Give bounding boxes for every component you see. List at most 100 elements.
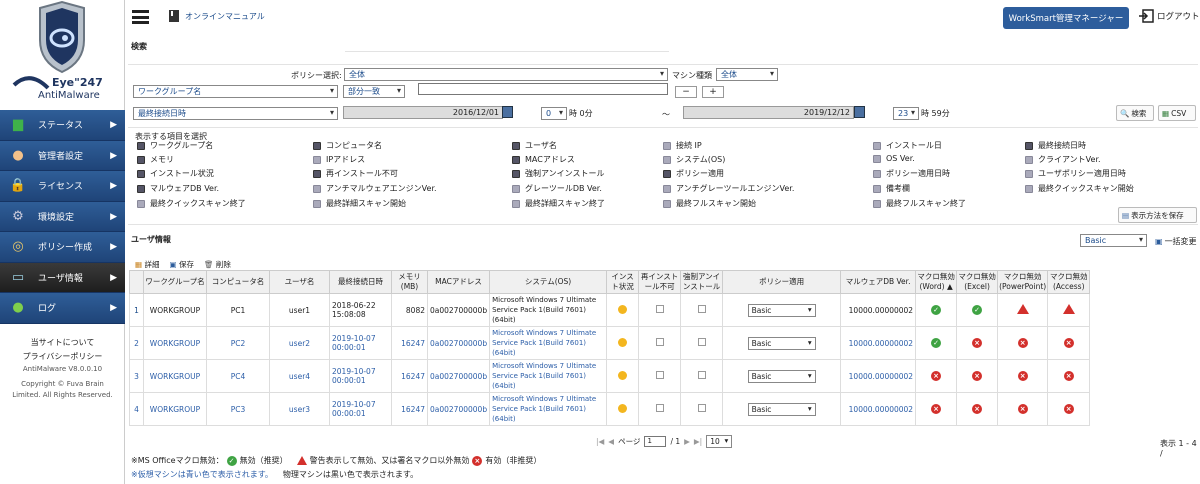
sidebar-item-2[interactable]: ● 管理者設定 ▶ bbox=[0, 140, 125, 171]
calendar-icon[interactable] bbox=[502, 106, 513, 118]
column-checkbox[interactable]: システム(OS) bbox=[663, 154, 725, 165]
search-text-input[interactable] bbox=[418, 83, 668, 95]
last-page-button[interactable]: ▶| bbox=[694, 437, 702, 446]
column-checkbox[interactable]: インストール状況 bbox=[137, 168, 214, 179]
save-button[interactable]: ▣ 保存 bbox=[169, 259, 193, 270]
prev-page-button[interactable]: ◀ bbox=[608, 437, 614, 446]
about-link[interactable]: 当サイトについて bbox=[0, 336, 125, 350]
bulk-change-button[interactable]: ▣ 一括変更 bbox=[1155, 236, 1197, 247]
sidebar-item-1[interactable]: ▆ ステータス ▶ bbox=[0, 110, 125, 141]
column-checkbox[interactable]: MACアドレス bbox=[512, 154, 575, 165]
uninstall-checkbox[interactable] bbox=[697, 305, 706, 313]
hour-from-select[interactable]: 0 bbox=[541, 107, 567, 120]
column-header[interactable]: 強制アンインストール bbox=[680, 270, 724, 294]
column-header[interactable]: マクロ無効(Word) ▲ bbox=[915, 270, 958, 294]
column-checkbox[interactable]: ユーザポリシー適用日時 bbox=[1025, 168, 1126, 179]
search-field-select[interactable]: ワークグループ名 bbox=[133, 85, 338, 98]
column-header[interactable]: システム(OS) bbox=[489, 270, 608, 294]
column-header[interactable]: マクロ無効(Access) bbox=[1047, 270, 1091, 294]
worksmart-manager-button[interactable]: WorkSmart管理マネージャー bbox=[1003, 7, 1129, 29]
column-checkbox[interactable]: 最終接続日時 bbox=[1025, 140, 1086, 151]
sidebar-item-6[interactable]: ▭ ユーザ情報 ▶ bbox=[0, 262, 125, 293]
calendar-icon[interactable] bbox=[854, 106, 865, 118]
column-header[interactable]: 再インストール不可 bbox=[638, 270, 682, 294]
column-header[interactable]: 最終接続日時 bbox=[329, 270, 392, 294]
column-checkbox[interactable]: IPアドレス bbox=[313, 154, 365, 165]
row-policy-select[interactable]: Basic bbox=[747, 336, 816, 350]
sidebar-item-3[interactable]: 🔒 ライセンス ▶ bbox=[0, 171, 125, 202]
reinstall-checkbox[interactable] bbox=[655, 305, 664, 313]
column-checkbox[interactable]: メモリ bbox=[137, 154, 174, 165]
column-checkbox[interactable]: コンピュータ名 bbox=[313, 140, 382, 151]
column-checkbox[interactable]: アンチグレーツールエンジンVer. bbox=[663, 183, 794, 194]
remove-condition-button[interactable]: − bbox=[675, 86, 697, 98]
column-header[interactable]: メモリ(MB) bbox=[391, 270, 428, 294]
column-checkbox[interactable]: 強制アンインストール bbox=[512, 168, 605, 179]
hamburger-menu-icon[interactable] bbox=[132, 10, 149, 24]
machine-type-select[interactable]: 全体 bbox=[716, 68, 778, 81]
column-checkbox[interactable]: OS Ver. bbox=[873, 154, 915, 163]
row-policy-select[interactable]: Basic bbox=[747, 402, 816, 416]
column-header[interactable]: MACアドレス bbox=[426, 270, 491, 294]
column-checkbox[interactable]: 接続 IP bbox=[663, 140, 702, 151]
column-checkbox[interactable]: ワークグループ名 bbox=[137, 140, 213, 151]
privacy-link[interactable]: プライバシーポリシー bbox=[0, 350, 125, 364]
hour-to-select[interactable]: 23 bbox=[893, 107, 919, 120]
column-header[interactable]: ユーザ名 bbox=[269, 270, 330, 294]
table-row[interactable]: 4 WORKGROUP PC3 user3 2019-10-07 00:00:01 162… bbox=[129, 392, 1091, 426]
bulk-policy-select[interactable]: Basic bbox=[1080, 234, 1147, 247]
column-checkbox[interactable]: 備考欄 bbox=[873, 183, 910, 194]
reinstall-checkbox[interactable] bbox=[655, 338, 664, 346]
manual-link[interactable]: オンラインマニュアル bbox=[168, 9, 265, 23]
column-checkbox[interactable]: 最終フルスキャン終了 bbox=[873, 198, 966, 209]
column-checkbox[interactable]: 最終クイックスキャン終了 bbox=[137, 198, 246, 209]
delete-button[interactable]: 🗑 削除 bbox=[204, 259, 231, 270]
uninstall-checkbox[interactable] bbox=[697, 338, 706, 346]
date-from-input[interactable]: 2016/12/01 bbox=[343, 106, 503, 119]
column-checkbox[interactable]: 最終クイックスキャン開始 bbox=[1025, 183, 1134, 194]
reinstall-checkbox[interactable] bbox=[655, 404, 664, 412]
reinstall-checkbox[interactable] bbox=[655, 371, 664, 379]
column-header[interactable]: マクロ無効(Excel) bbox=[956, 270, 999, 294]
next-page-button[interactable]: ▶ bbox=[684, 437, 690, 446]
date-to-input[interactable]: 2019/12/12 bbox=[683, 106, 854, 119]
sidebar-item-5[interactable]: ◎ ポリシー作成 ▶ bbox=[0, 232, 125, 263]
column-checkbox[interactable]: インストール日 bbox=[873, 140, 942, 151]
column-checkbox[interactable]: ポリシー適用 bbox=[663, 168, 724, 179]
per-page-select[interactable]: 10 bbox=[706, 435, 733, 448]
column-checkbox[interactable]: 再インストール不可 bbox=[313, 168, 398, 179]
column-header[interactable]: マルウェアDB Ver. bbox=[840, 270, 917, 294]
sidebar-item-7[interactable]: ● ログ ▶ bbox=[0, 293, 125, 324]
row-policy-select[interactable]: Basic bbox=[747, 303, 816, 317]
policy-select[interactable]: 全体 bbox=[344, 68, 668, 81]
column-checkbox[interactable]: グレーツールDB Ver. bbox=[512, 183, 602, 194]
detail-button[interactable]: ▦ 詳細 bbox=[135, 259, 159, 270]
column-header[interactable]: マクロ無効(PowerPoint) bbox=[997, 270, 1049, 294]
column-checkbox[interactable]: ポリシー適用日時 bbox=[873, 168, 950, 179]
column-checkbox[interactable]: 最終フルスキャン開始 bbox=[663, 198, 756, 209]
uninstall-checkbox[interactable] bbox=[697, 404, 706, 412]
column-header[interactable] bbox=[129, 270, 144, 294]
search-button[interactable]: 🔍 検索 bbox=[1116, 105, 1154, 121]
logout-button[interactable]: ログアウト bbox=[1138, 9, 1200, 23]
sidebar-item-4[interactable]: ⚙ 環境設定 ▶ bbox=[0, 201, 125, 232]
first-page-button[interactable]: |◀ bbox=[596, 437, 604, 446]
row-policy-select[interactable]: Basic bbox=[747, 369, 816, 383]
column-checkbox[interactable]: クライアントVer. bbox=[1025, 154, 1101, 165]
column-header[interactable]: インスト状況 bbox=[606, 270, 640, 294]
column-header[interactable]: ワークグループ名 bbox=[143, 270, 207, 294]
column-checkbox[interactable]: 最終詳細スキャン終了 bbox=[512, 198, 605, 209]
add-condition-button[interactable]: + bbox=[702, 86, 724, 98]
table-row[interactable]: 1 WORKGROUP PC1 user1 2018-06-22 15:08:08 808… bbox=[129, 293, 1091, 327]
column-checkbox[interactable]: 最終詳細スキャン開始 bbox=[313, 198, 406, 209]
uninstall-checkbox[interactable] bbox=[697, 371, 706, 379]
column-checkbox[interactable]: マルウェアDB Ver. bbox=[137, 183, 219, 194]
table-row[interactable]: 2 WORKGROUP PC2 user2 2019-10-07 00:00:01 162… bbox=[129, 326, 1091, 360]
csv-button[interactable]: ▦ CSV bbox=[1158, 105, 1196, 121]
match-type-select[interactable]: 部分一致 bbox=[343, 85, 405, 98]
date-field-select[interactable]: 最終接続日時 bbox=[133, 107, 338, 120]
column-header[interactable]: コンピュータ名 bbox=[206, 270, 270, 294]
table-row[interactable]: 3 WORKGROUP PC4 user4 2019-10-07 00:00:01 162… bbox=[129, 359, 1091, 393]
save-view-button[interactable]: ▤ 表示方法を保存 bbox=[1118, 207, 1197, 223]
column-checkbox[interactable]: アンチマルウェアエンジンVer. bbox=[313, 183, 437, 194]
